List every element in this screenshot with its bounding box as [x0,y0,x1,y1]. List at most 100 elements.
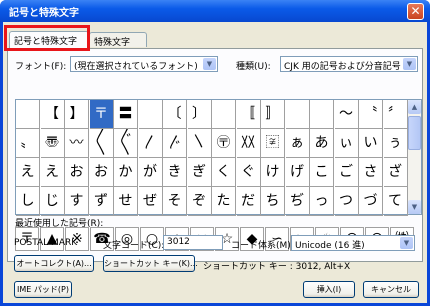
grid-cell[interactable]: 〰 [65,129,89,158]
grid-cell[interactable]: し [16,187,40,216]
dialog-window: 記号と特殊文字 ✕ 記号と特殊文字 特殊文字 フォント(F): (現在選択されて… [0,0,430,306]
grid-cell[interactable]: 〳 [138,129,163,158]
grid-cell[interactable]: 】 [65,100,89,129]
grid-cell[interactable]: 〚 [236,100,261,129]
grid-cell[interactable]: ぜ [138,187,163,216]
grid-cell[interactable] [310,100,334,129]
grid-cell[interactable]: ぎ [187,158,212,187]
grid-cell[interactable]: か [114,158,138,187]
shortcut-key-button[interactable]: ショートカット キー(K)... [103,255,198,272]
grid-cell[interactable]: だ [236,187,261,216]
grid-cell[interactable]: く [212,158,236,187]
grid-cell[interactable]: き [163,158,187,187]
grid-cell[interactable]: 〔 [163,100,187,129]
grid-cell[interactable]: 〠 [40,129,65,158]
grid-cell[interactable] [285,100,310,129]
grid-cell[interactable]: け [261,158,285,187]
subset-select[interactable]: CJK 用の記号および分音記号 ▼ [280,56,418,72]
grid-cell[interactable]: づ [359,187,383,216]
grid-cell[interactable]: ぅ [383,129,408,158]
grid-cell[interactable]: あ [310,129,334,158]
grid-cell[interactable]: げ [285,158,310,187]
scroll-down-icon[interactable]: ▼ [408,200,421,214]
grid-cell[interactable]: 〒 [89,100,114,129]
grid-scrollbar[interactable]: ▲ ▼ [408,99,422,215]
grid-cell[interactable]: こ [310,158,334,187]
code-system-value: Unicode (16 進) [295,241,365,251]
grid-cell[interactable]: 〛 [261,100,285,129]
symbols-panel: フォント(F): (現在選択されているフォント) ▼ 種類(U): CJK 用の… [7,48,423,262]
close-button[interactable]: ✕ [407,3,424,20]
code-system-select[interactable]: Unicode (16 進) ▼ [291,235,415,251]
grid-cell[interactable]: ず [89,187,114,216]
chevron-down-icon[interactable]: ▼ [400,237,413,249]
grid-cell[interactable]: 〜 [334,100,359,129]
grid-cell[interactable]: ぢ [285,187,310,216]
character-grid[interactable]: 【】〒〓〔〕〚〛〜〝〞〟〠〰〱〲〳〴〵〶〷〾ぁあぃいぅええおおかがきぎくぐけげこ… [15,99,408,216]
grid-cell[interactable]: 〵 [187,129,212,158]
font-select[interactable]: (現在選択されているフォント) ▼ [70,56,218,72]
grid-cell[interactable]: い [359,129,383,158]
ime-pad-button[interactable]: IME パッド(P) [14,281,72,298]
chevron-down-icon[interactable]: ▼ [403,58,416,70]
grid-cell[interactable]: 〓 [114,100,138,129]
grid-cell[interactable]: す [65,187,89,216]
char-code-input[interactable]: 3012 [163,235,223,250]
grid-cell[interactable]: 〶 [212,129,236,158]
grid-cell[interactable]: 〞 [383,100,408,129]
title-bar[interactable]: 記号と特殊文字 ✕ [0,0,430,22]
char-code-label: 文字コード(C): [103,241,165,251]
shortcut-info: ショートカット キー : 3012, Alt+X [203,262,351,272]
grid-cell[interactable]: そ [163,187,187,216]
grid-cell[interactable]: え [16,158,40,187]
grid-cell[interactable] [212,100,236,129]
grid-cell[interactable]: せ [114,187,138,216]
grid-cell[interactable]: ぁ [285,129,310,158]
tab-special-characters[interactable]: 特殊文字 [89,32,147,48]
grid-cell[interactable]: じ [40,187,65,216]
grid-cell[interactable] [16,100,40,129]
grid-cell[interactable]: ぞ [187,187,212,216]
character-name: POSTAL MARK [14,238,78,248]
grid-cell[interactable]: 【 [40,100,65,129]
grid-cell[interactable]: 〝 [359,100,383,129]
autocorrect-button[interactable]: オートコレクト(A)... [14,255,94,272]
dialog-body: 記号と特殊文字 特殊文字 フォント(F): (現在選択されているフォント) ▼ … [3,22,427,303]
grid-cell[interactable]: て [383,187,408,216]
tab-highlight-annotation [4,25,90,51]
scroll-up-icon[interactable]: ▲ [408,100,421,114]
font-select-value: (現在選択されているフォント) [74,62,198,72]
grid-cell[interactable]: お [65,158,89,187]
grid-cell[interactable]: ご [334,158,359,187]
grid-cell[interactable]: ぃ [334,129,359,158]
chevron-down-icon[interactable]: ▼ [203,58,216,70]
scroll-thumb[interactable] [408,116,421,150]
grid-cell[interactable]: お [89,158,114,187]
grid-cell[interactable] [138,100,163,129]
grid-cell[interactable]: た [212,187,236,216]
grid-cell[interactable]: が [138,158,163,187]
grid-cell[interactable]: 〱 [89,129,114,158]
grid-cell[interactable]: 〴 [163,129,187,158]
subset-select-value: CJK 用の記号および分音記号 [284,62,401,72]
grid-cell[interactable]: 〕 [187,100,212,129]
window-title: 記号と特殊文字 [9,8,79,19]
grid-cell[interactable]: 〲 [114,129,138,158]
close-icon: ✕ [410,4,421,18]
grid-cell[interactable]: ぐ [236,158,261,187]
grid-cell[interactable]: つ [334,187,359,216]
grid-cell[interactable]: 〷 [236,129,261,158]
cancel-button[interactable]: キャンセル [363,281,419,298]
subset-label: 種類(U): [236,62,271,72]
grid-cell[interactable]: っ [310,187,334,216]
insert-button[interactable]: 挿入(I) [303,281,355,298]
tab-special-characters-label: 特殊文字 [94,38,131,48]
grid-cell[interactable]: ち [261,187,285,216]
code-system-label: コード体系(M): [231,241,294,251]
grid-cell[interactable]: さ [359,158,383,187]
font-label: フォント(F): [15,62,67,72]
grid-cell[interactable]: 〟 [16,129,40,158]
grid-cell[interactable]: え [40,158,65,187]
grid-cell[interactable]: 〾 [261,129,285,158]
grid-cell[interactable]: ざ [383,158,408,187]
